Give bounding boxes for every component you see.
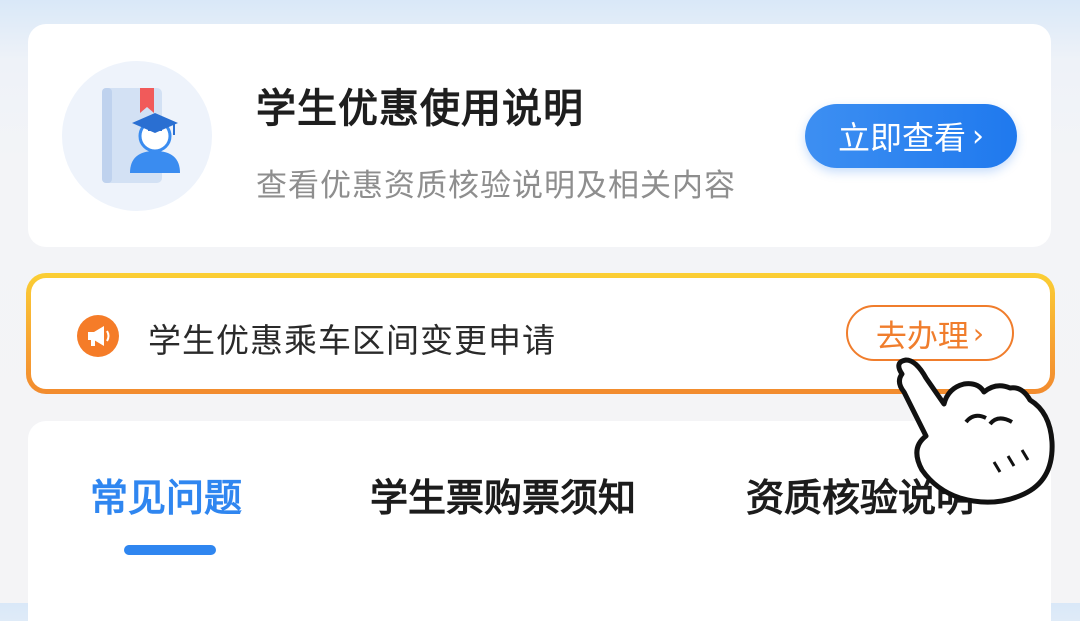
student-book-icon	[62, 61, 212, 211]
guide-subtitle: 查看优惠资质核验说明及相关内容	[256, 168, 736, 204]
notice-text: 学生优惠乘车区间变更申请	[148, 321, 556, 360]
view-now-label: 立即查看	[837, 119, 966, 157]
chevron-right-icon: ›	[972, 316, 985, 350]
pointing-hand-icon	[874, 352, 1064, 512]
tab-ticket-notice[interactable]: 学生票购票须知	[370, 467, 636, 522]
active-tab-indicator	[124, 545, 216, 555]
chevron-right-icon: ›	[972, 118, 984, 154]
guide-title: 学生优惠使用说明	[256, 86, 584, 132]
go-handle-label: 去办理	[875, 318, 969, 355]
view-now-button[interactable]: 立即查看 ›	[805, 104, 1017, 168]
megaphone-icon	[77, 315, 119, 357]
student-discount-guide-card: 学生优惠使用说明 查看优惠资质核验说明及相关内容 立即查看 ›	[28, 24, 1051, 247]
tab-faq[interactable]: 常见问题	[90, 467, 242, 522]
